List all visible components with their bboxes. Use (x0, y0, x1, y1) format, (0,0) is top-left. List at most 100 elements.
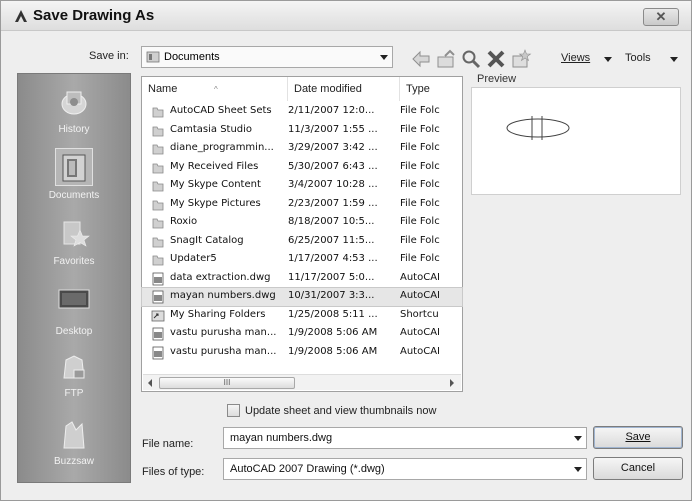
horizontal-scrollbar[interactable]: III (143, 374, 461, 390)
file-list-row[interactable]: AutoCAD Sheet Sets 2/11/2007 12:0... File … (142, 103, 462, 121)
file-name-cell: Camtasia Studio (170, 123, 253, 135)
file-list[interactable]: Name ^ Date modified Type AutoCAD Sheet … (141, 76, 463, 392)
tools-menu[interactable]: Tools (625, 52, 651, 64)
file-list-row[interactable]: Roxio 8/18/2007 10:5... File Folc (142, 214, 462, 232)
save-in-label: Save in: (89, 50, 129, 62)
file-list-row[interactable]: Updater5 1/17/2007 4:53 ... File Folc (142, 251, 462, 269)
file-name-cell: My Sharing Folders (170, 308, 266, 320)
buzzsaw-icon (63, 421, 85, 449)
save-in-value: Documents (164, 51, 220, 63)
date-modified-cell: 1/17/2007 4:53 ... (288, 253, 378, 264)
places-label-history: History (58, 124, 90, 135)
views-menu[interactable]: Views (561, 52, 590, 64)
chevron-down-icon[interactable] (574, 436, 582, 441)
date-modified-cell: 1/9/2008 5:06 AM (288, 327, 378, 338)
column-header-name-label: Name (148, 83, 178, 95)
file-name-cell: mayan numbers.dwg (170, 290, 276, 301)
places-bar: History Documents Favorites Desktop FTP … (17, 73, 131, 483)
file-type-cell: AutoCAI (400, 327, 440, 338)
file-type-cell: File Folc (400, 234, 440, 246)
file-type-cell: AutoCAI (400, 290, 440, 301)
chevron-down-icon[interactable] (670, 57, 678, 62)
places-label-ftp: FTP (64, 388, 84, 399)
cancel-button[interactable]: Cancel (593, 457, 683, 480)
file-list-row[interactable]: My Received Files 5/30/2007 6:43 ... File … (142, 159, 462, 177)
save-button[interactable]: Save (593, 426, 683, 449)
file-name-cell: Updater5 (170, 253, 217, 264)
file-name-cell: My Skype Pictures (170, 197, 261, 209)
drawing-thumbnail (506, 116, 570, 140)
column-header-type[interactable]: Type (400, 77, 462, 101)
autocad-app-icon (15, 10, 27, 22)
date-modified-cell: 3/29/2007 3:42 ... (288, 142, 378, 153)
column-header-name[interactable]: Name ^ (142, 77, 288, 101)
file-name-cell: SnagIt Catalog (170, 234, 244, 246)
file-type-cell: AutoCAI (400, 345, 440, 357)
date-modified-cell: 3/4/2007 10:28 ... (288, 179, 378, 190)
file-type-cell: File Folc (400, 142, 440, 153)
folder-icon (152, 181, 164, 192)
dwg-file-icon (152, 346, 164, 359)
file-name-cell: vastu purusha man... (170, 345, 277, 357)
documents-icon (62, 154, 86, 182)
scroll-right-icon[interactable] (450, 379, 454, 387)
file-list-row[interactable]: data extraction.dwg 11/17/2007 5:0... Auto… (142, 270, 462, 288)
date-modified-cell: 11/3/2007 1:55 ... (288, 123, 378, 135)
new-folder-icon[interactable] (510, 48, 532, 70)
file-list-row[interactable]: My Sharing Folders 1/25/2008 5:11 ... Shor… (142, 307, 462, 325)
date-modified-cell: 11/17/2007 5:0... (288, 271, 375, 283)
places-item-ftp[interactable]: FTP (18, 344, 130, 408)
close-icon: ✕ (655, 9, 667, 24)
file-list-row[interactable]: My Skype Pictures 2/23/2007 1:59 ... File … (142, 196, 462, 214)
search-icon[interactable] (460, 48, 482, 70)
shortcut-icon (151, 310, 165, 321)
places-item-documents[interactable]: Documents (18, 146, 130, 210)
file-type-dropdown[interactable]: AutoCAD 2007 Drawing (*.dwg) (223, 458, 587, 480)
file-list-row[interactable]: My Skype Content 3/4/2007 10:28 ... File F… (142, 177, 462, 195)
file-list-row[interactable]: vastu purusha man... 1/9/2008 5:06 AM Auto… (142, 325, 462, 343)
file-list-row[interactable]: Camtasia Studio 11/3/2007 1:55 ... File Fo… (142, 122, 462, 140)
file-list-row[interactable]: mayan numbers.dwg 10/31/2007 3:3... AutoCA… (141, 287, 463, 307)
places-item-desktop[interactable]: Desktop (18, 278, 130, 342)
dialog-title: Save Drawing As (33, 7, 155, 24)
dwg-file-icon (152, 290, 164, 304)
places-item-history[interactable]: History (18, 80, 130, 144)
file-list-row[interactable]: vastu purusha man... 1/9/2008 5:06 AM Auto… (142, 344, 462, 362)
file-type-cell: File Folc (400, 160, 440, 172)
places-label-documents: Documents (48, 190, 100, 201)
file-name-cell: My Received Files (170, 160, 259, 172)
date-modified-cell: 2/11/2007 12:0... (288, 105, 375, 116)
scrollbar-thumb[interactable]: III (159, 377, 295, 389)
folder-icon (152, 144, 164, 155)
scroll-left-icon[interactable] (148, 379, 152, 387)
update-thumbnails-checkbox[interactable] (227, 404, 240, 417)
up-folder-icon[interactable] (435, 48, 457, 70)
back-arrow-icon[interactable] (410, 48, 432, 70)
preview-label: Preview (477, 73, 517, 85)
chevron-down-icon[interactable] (604, 57, 612, 62)
file-type-cell: File Folc (400, 253, 440, 264)
chevron-down-icon[interactable] (574, 467, 582, 472)
file-name-cell: My Skype Content (170, 179, 261, 190)
sort-ascending-icon: ^ (214, 85, 218, 94)
desktop-icon (58, 289, 90, 309)
file-name-input[interactable]: mayan numbers.dwg (223, 427, 587, 449)
places-item-buzzsaw[interactable]: Buzzsaw (18, 412, 130, 476)
folder-icon (152, 237, 164, 247)
ftp-icon (63, 355, 85, 379)
file-list-row[interactable]: diane_programmin... 3/29/2007 3:42 ... Fil… (142, 140, 462, 158)
folder-icon (152, 200, 164, 210)
dwg-file-icon (152, 327, 164, 341)
views-label: Views (561, 52, 591, 64)
delete-icon[interactable] (485, 48, 507, 70)
date-modified-cell: 6/25/2007 11:5... (288, 234, 375, 246)
file-name-cell: data extraction.dwg (170, 271, 271, 283)
places-item-favorites[interactable]: Favorites (18, 212, 130, 276)
file-type-label: Files of type: (142, 466, 205, 478)
save-in-dropdown[interactable]: Documents (141, 46, 393, 68)
column-header-date-modified[interactable]: Date modified (288, 77, 400, 101)
save-button-label: Save (625, 431, 651, 443)
file-list-row[interactable]: SnagIt Catalog 6/25/2007 11:5... File Folc (142, 233, 462, 251)
update-thumbnails-label: Update sheet and view thumbnails now (245, 405, 437, 417)
close-button[interactable]: ✕ (643, 8, 679, 26)
